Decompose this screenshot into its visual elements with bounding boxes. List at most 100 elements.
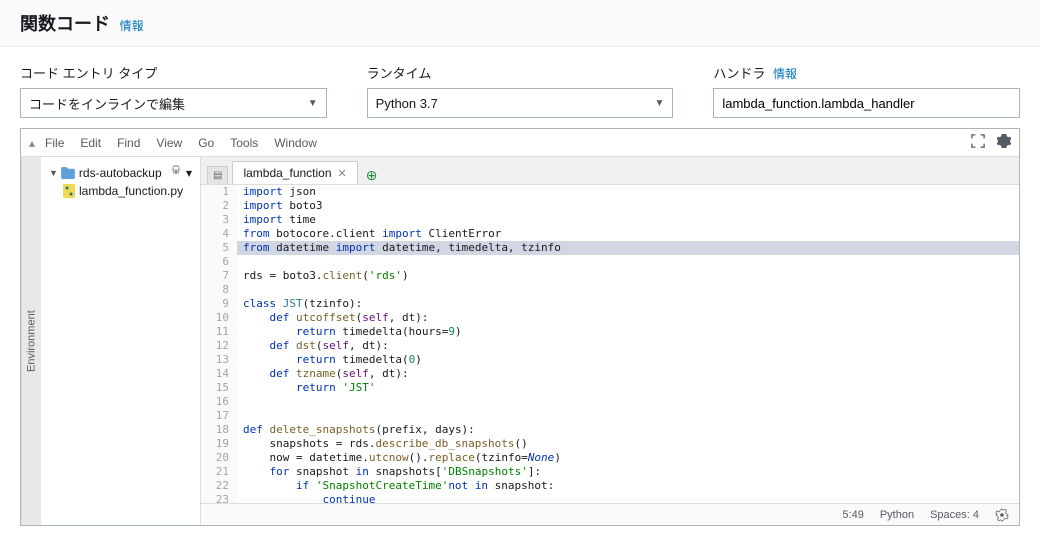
code-text: import boto3: [237, 199, 1019, 213]
code-text: continue: [237, 493, 1019, 503]
tree-file[interactable]: lambda_function.py: [45, 182, 196, 200]
line-number: 11: [201, 325, 237, 339]
code-text: snapshots = rds.describe_db_snapshots(): [237, 437, 1019, 451]
line-number: 19: [201, 437, 237, 451]
tree-root[interactable]: ▼ rds-autobackup ▾: [45, 163, 196, 182]
code-line[interactable]: 7rds = boto3.client('rds'): [201, 269, 1019, 283]
editor-statusbar: 5:49 Python Spaces: 4: [201, 503, 1019, 525]
tree-file-label: lambda_function.py: [79, 184, 183, 198]
code-text: [237, 409, 1019, 423]
indent-setting[interactable]: Spaces: 4: [930, 509, 979, 521]
entry-type-select[interactable]: コードをインラインで編集 ▼: [20, 88, 327, 118]
tab-list-icon[interactable]: ▤: [207, 166, 228, 184]
line-number: 5: [201, 241, 237, 255]
editor-menubar: ▴ File Edit Find View Go Tools Window: [21, 129, 1019, 157]
code-line[interactable]: 13 return timedelta(0): [201, 353, 1019, 367]
code-line[interactable]: 4from botocore.client import ClientError: [201, 227, 1019, 241]
code-line[interactable]: 2import boto3: [201, 199, 1019, 213]
code-text: import time: [237, 213, 1019, 227]
line-number: 8: [201, 283, 237, 297]
line-number: 3: [201, 213, 237, 227]
line-number: 10: [201, 311, 237, 325]
menu-edit[interactable]: Edit: [80, 136, 101, 150]
code-text: [237, 255, 1019, 269]
line-number: 23: [201, 493, 237, 503]
tree-root-label: rds-autobackup: [79, 166, 162, 180]
menu-view[interactable]: View: [156, 136, 182, 150]
line-number: 2: [201, 199, 237, 213]
code-line[interactable]: 20 now = datetime.utcnow().replace(tzinf…: [201, 451, 1019, 465]
entry-type-value: コードをインラインで編集: [29, 94, 185, 113]
tab-add-icon[interactable]: ⊕: [366, 167, 378, 184]
code-line[interactable]: 23 continue: [201, 493, 1019, 503]
handler-info-link[interactable]: 情報: [773, 67, 797, 81]
code-text: [237, 283, 1019, 297]
handler-label: ハンドラ: [713, 66, 765, 81]
runtime-value: Python 3.7: [376, 96, 438, 111]
menu-find[interactable]: Find: [117, 136, 140, 150]
code-text: rds = boto3.client('rds'): [237, 269, 1019, 283]
menu-tools[interactable]: Tools: [230, 136, 258, 150]
handler-input[interactable]: [713, 88, 1020, 118]
line-number: 9: [201, 297, 237, 311]
settings-gear-icon[interactable]: [997, 134, 1011, 151]
line-number: 13: [201, 353, 237, 367]
menu-file[interactable]: File: [45, 136, 64, 150]
code-line[interactable]: 8: [201, 283, 1019, 297]
code-line[interactable]: 6: [201, 255, 1019, 269]
cursor-position[interactable]: 5:49: [842, 509, 863, 521]
code-text: now = datetime.utcnow().replace(tzinfo=N…: [237, 451, 1019, 465]
code-line[interactable]: 21 for snapshot in snapshots['DBSnapshot…: [201, 465, 1019, 479]
code-text: from datetime import datetime, timedelta…: [237, 241, 1019, 255]
code-line[interactable]: 17: [201, 409, 1019, 423]
code-line[interactable]: 14 def tzname(self, dt):: [201, 367, 1019, 381]
code-line[interactable]: 16: [201, 395, 1019, 409]
runtime-select[interactable]: Python 3.7 ▼: [367, 88, 674, 118]
code-text: def dst(self, dt):: [237, 339, 1019, 353]
code-editor[interactable]: 1import json2import boto33import time4fr…: [201, 185, 1019, 503]
line-number: 21: [201, 465, 237, 479]
line-number: 20: [201, 451, 237, 465]
code-text: [237, 395, 1019, 409]
code-line[interactable]: 9class JST(tzinfo):: [201, 297, 1019, 311]
line-number: 6: [201, 255, 237, 269]
line-number: 14: [201, 367, 237, 381]
menu-window[interactable]: Window: [274, 136, 317, 150]
editor-tab[interactable]: lambda_function ✕: [232, 161, 357, 184]
environment-sidebar-tab[interactable]: Environment: [21, 157, 41, 525]
line-number: 7: [201, 269, 237, 283]
tree-gear-icon[interactable]: ▾: [170, 165, 192, 180]
line-number: 17: [201, 409, 237, 423]
code-line[interactable]: 19 snapshots = rds.describe_db_snapshots…: [201, 437, 1019, 451]
status-gear-icon[interactable]: [995, 508, 1009, 522]
code-text: def utcoffset(self, dt):: [237, 311, 1019, 325]
tab-close-icon[interactable]: ✕: [338, 167, 347, 180]
editor-tab-label: lambda_function: [243, 166, 331, 180]
file-tree: ▼ rds-autobackup ▾ lambda_function.py: [41, 157, 201, 525]
code-line[interactable]: 22 if 'SnapshotCreateTime'not in snapsho…: [201, 479, 1019, 493]
code-line[interactable]: 11 return timedelta(hours=9): [201, 325, 1019, 339]
code-text: return 'JST': [237, 381, 1019, 395]
code-text: class JST(tzinfo):: [237, 297, 1019, 311]
fullscreen-icon[interactable]: [971, 134, 985, 151]
config-row: コード エントリ タイプ コードをインラインで編集 ▼ ランタイム Python…: [0, 47, 1040, 128]
code-text: import json: [237, 185, 1019, 199]
entry-type-label: コード エントリ タイプ: [20, 63, 327, 82]
code-line[interactable]: 12 def dst(self, dt):: [201, 339, 1019, 353]
code-line[interactable]: 15 return 'JST': [201, 381, 1019, 395]
code-text: return timedelta(hours=9): [237, 325, 1019, 339]
caret-down-icon: ▼: [308, 98, 318, 109]
code-line[interactable]: 3import time: [201, 213, 1019, 227]
code-line[interactable]: 1import json: [201, 185, 1019, 199]
code-line[interactable]: 10 def utcoffset(self, dt):: [201, 311, 1019, 325]
language-mode[interactable]: Python: [880, 509, 914, 521]
line-number: 15: [201, 381, 237, 395]
menu-go[interactable]: Go: [198, 136, 214, 150]
code-line[interactable]: 5from datetime import datetime, timedelt…: [201, 241, 1019, 255]
code-line[interactable]: 18def delete_snapshots(prefix, days):: [201, 423, 1019, 437]
section-info-link[interactable]: 情報: [120, 19, 144, 33]
section-title: 関数コード: [20, 14, 110, 34]
code-text: if 'SnapshotCreateTime'not in snapshot:: [237, 479, 1019, 493]
cloud9-editor: ▴ File Edit Find View Go Tools Window En…: [20, 128, 1020, 526]
menubar-collapse-icon[interactable]: ▴: [29, 136, 35, 150]
